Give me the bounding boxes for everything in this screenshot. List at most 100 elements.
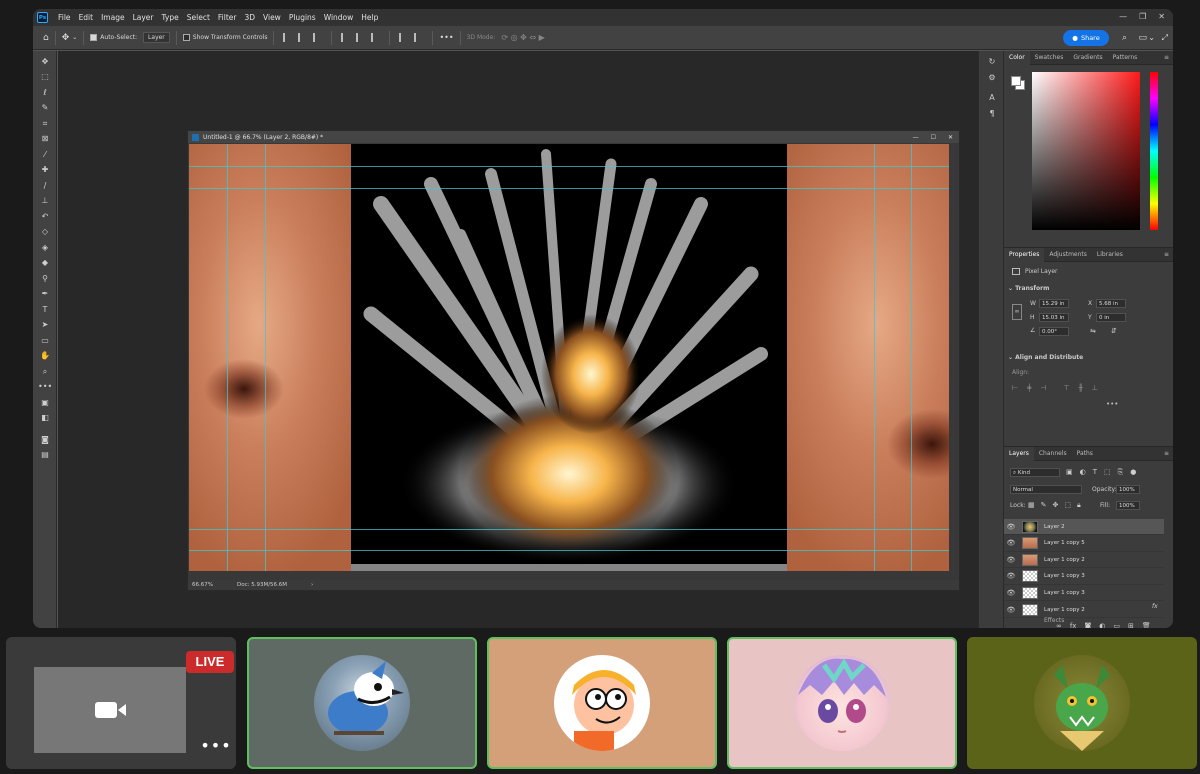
flip-vertical-icon[interactable]: ⇵ [1111, 327, 1117, 335]
add-mask-icon[interactable]: ◙ [1084, 622, 1091, 628]
hand-tool-icon[interactable]: ✋ [38, 351, 52, 361]
color-picker-field[interactable] [1032, 72, 1140, 230]
show-transform-checkbox[interactable] [182, 34, 190, 41]
frame-tool-icon[interactable]: ⊠ [38, 134, 52, 144]
tab-channels[interactable]: Channels [1034, 450, 1072, 457]
edit-toolbar-icon[interactable]: ••• [38, 382, 52, 392]
filter-toggle-icon[interactable]: ● [1130, 468, 1136, 477]
y-input[interactable]: 0 in [1096, 313, 1126, 322]
workspace-chevron-icon[interactable]: ⌄ [1148, 33, 1155, 42]
layer-filter-kind[interactable]: ⌕ Kind [1010, 468, 1060, 477]
lock-position-icon[interactable]: ✥ [1053, 501, 1059, 510]
more-options-button[interactable]: ••• [198, 727, 234, 763]
guide-horizontal[interactable] [189, 550, 949, 551]
guide-horizontal[interactable] [189, 188, 949, 189]
foreground-color-swatch[interactable] [1011, 76, 1021, 86]
status-chevron-icon[interactable]: › [311, 582, 313, 588]
home-icon[interactable]: ⌂ [43, 33, 49, 43]
tab-adjustments[interactable]: Adjustments [1044, 251, 1092, 258]
healing-brush-tool-icon[interactable]: ✚ [38, 165, 52, 175]
align-top-icon[interactable] [341, 33, 350, 42]
guide-horizontal[interactable] [189, 166, 949, 167]
align-bottom-edges-icon[interactable]: ⊥ [1092, 384, 1098, 392]
visibility-eye-icon[interactable]: 👁︎ [1004, 539, 1018, 547]
distribute-icon[interactable] [399, 33, 408, 42]
more-align-icon[interactable]: ••• [1106, 400, 1118, 408]
participant-tile-dragon[interactable] [967, 637, 1197, 769]
expand-icon[interactable]: ⤢ [1162, 33, 1168, 43]
image-canvas[interactable] [189, 144, 949, 571]
screen-mode-icon[interactable]: ▤ [38, 450, 52, 460]
flip-horizontal-icon[interactable]: ⇋ [1090, 327, 1096, 335]
close-icon[interactable]: ✕ [1158, 12, 1165, 21]
dodge-tool-icon[interactable]: ⚲ [38, 274, 52, 284]
layer-row[interactable]: 👁︎ Layer 1 copy 3 [1004, 569, 1164, 585]
tab-swatches[interactable]: Swatches [1030, 54, 1069, 61]
fg-bg-color-icon[interactable]: ◧ [38, 413, 52, 429]
photoshop-logo-icon[interactable]: Ps [37, 12, 48, 23]
fill-input[interactable]: 100% [1116, 501, 1140, 510]
menu-edit[interactable]: Edit [75, 13, 98, 22]
guide-horizontal[interactable] [189, 529, 949, 530]
align-right-icon[interactable] [313, 33, 322, 42]
menu-image[interactable]: Image [97, 13, 129, 22]
menu-3d[interactable]: 3D [240, 13, 259, 22]
filter-smart-icon[interactable]: ⎘ [1118, 468, 1124, 477]
add-style-icon[interactable]: fx [1070, 622, 1077, 628]
menu-window[interactable]: Window [320, 13, 358, 22]
layer-row[interactable]: 👁︎ Layer 1 copy 2 [1004, 552, 1164, 569]
character-icon[interactable]: A [986, 93, 998, 103]
layer-name[interactable]: Layer 1 copy 5 [1044, 540, 1085, 546]
share-button[interactable]: ● Share [1063, 30, 1109, 46]
lock-pixels-icon[interactable]: ✎ [1041, 501, 1047, 510]
link-layers-icon[interactable]: ∞ [1056, 622, 1062, 628]
move-tool-icon[interactable]: ✥ [38, 57, 52, 67]
new-group-icon[interactable]: ▭ [1113, 622, 1120, 628]
align-h-centers-icon[interactable]: ╪ [1027, 384, 1031, 392]
transform-heading[interactable]: ⌄ Transform [1008, 285, 1049, 292]
move-tool-icon[interactable]: ✥ [62, 33, 70, 43]
history-icon[interactable]: ↻ [986, 57, 998, 67]
eraser-tool-icon[interactable]: ◇ [38, 227, 52, 237]
tab-gradients[interactable]: Gradients [1068, 54, 1107, 61]
more-options-icon[interactable]: ••• [439, 33, 453, 42]
menu-type[interactable]: Type [158, 13, 183, 22]
visibility-eye-icon[interactable]: 👁︎ [1004, 556, 1018, 564]
adjustment-layer-icon[interactable]: ◐ [1099, 622, 1105, 628]
hue-slider[interactable] [1150, 72, 1158, 230]
lasso-tool-icon[interactable]: ℓ [38, 88, 52, 98]
distribute-vertical-icon[interactable] [414, 33, 423, 42]
brush-tool-icon[interactable]: ∕ [38, 181, 52, 191]
panel-menu-icon[interactable]: ≡ [1164, 450, 1173, 457]
tab-paths[interactable]: Paths [1072, 450, 1098, 457]
layer-row[interactable]: 👁︎ Layer 1 copy 2 [1004, 602, 1164, 618]
layer-name[interactable]: Layer 1 copy 2 [1044, 607, 1085, 613]
layer-row[interactable]: 👁︎ Layer 2 [1004, 519, 1164, 535]
lock-artboard-icon[interactable]: ⬚ [1064, 501, 1071, 510]
layer-row[interactable]: 👁︎ Layer 1 copy 3 [1004, 585, 1164, 602]
blur-tool-icon[interactable]: ◆ [38, 258, 52, 268]
align-left-edges-icon[interactable]: ⊢ [1012, 384, 1018, 392]
x-input[interactable]: 5.68 in [1096, 299, 1126, 308]
participant-tile-cartoon[interactable] [487, 637, 717, 769]
align-top-edges-icon[interactable]: ⊤ [1063, 384, 1069, 392]
filter-shape-icon[interactable]: ⬚ [1104, 468, 1111, 477]
quick-mask-icon[interactable]: ◙ [38, 435, 52, 445]
delete-layer-icon[interactable]: 🗑︎ [1142, 622, 1151, 628]
layer-name[interactable]: Layer 1 copy 3 [1044, 590, 1085, 596]
guide-vertical[interactable] [265, 144, 266, 571]
lock-transparent-icon[interactable]: ▦ [1028, 501, 1035, 510]
tab-patterns[interactable]: Patterns [1108, 54, 1143, 61]
filter-adjustment-icon[interactable]: ◐ [1080, 468, 1086, 477]
align-left-icon[interactable] [283, 33, 292, 42]
crop-tool-icon[interactable]: ⌗ [38, 119, 52, 129]
visibility-eye-icon[interactable]: 👁︎ [1004, 606, 1018, 614]
default-colors-icon[interactable]: ▣ [38, 398, 52, 408]
menu-view[interactable]: View [259, 13, 285, 22]
angle-input[interactable]: 0.00° [1039, 327, 1069, 336]
participant-tile-bluejay[interactable] [247, 637, 477, 769]
align-v-centers-icon[interactable]: ╫ [1079, 384, 1083, 392]
quick-select-tool-icon[interactable]: ✎ [38, 103, 52, 113]
history-brush-tool-icon[interactable]: ↶ [38, 212, 52, 222]
restore-icon[interactable]: ❐ [1139, 12, 1146, 21]
